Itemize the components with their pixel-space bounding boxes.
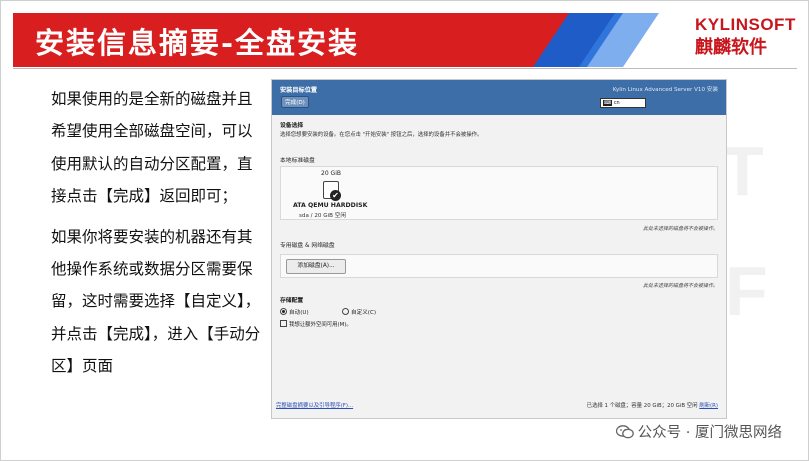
device-selection-text: 选择您想要安装的设备。在您点击 "开始安装" 按钮之后，选择的设备并不会被操作。: [280, 132, 483, 138]
special-disks-panel: 添加磁盘(A)...: [280, 254, 718, 278]
disk-size: 20 GiB: [321, 170, 341, 177]
header-divider: [13, 68, 797, 69]
radio-custom-label: 自定义(C): [351, 310, 377, 316]
local-disks-hint: 此处未选择的磁盘将不会被操作。: [642, 226, 718, 232]
local-disks-panel: 20 GiB ✔ ATA QEMU HARDDISK sda / 20 GiB …: [280, 166, 718, 220]
logo-text-cn: 麒麟软件: [695, 37, 767, 58]
product-name: Kylin Linux Advanced Server V10 安装: [612, 87, 718, 93]
checkbox-icon: [280, 320, 287, 327]
logo-text-en: KYLINSOFT: [695, 15, 796, 34]
background-decoration: T: [721, 132, 764, 210]
paragraph-auto: 如果使用的是全新的磁盘并且希望使用全部磁盘空间，可以使用默认的自动分区配置，直接…: [51, 90, 253, 206]
disk-status: 已选择 1 个磁盘；容量 20 GiB；20 GiB 空闲 刷新(R): [587, 401, 718, 409]
extra-space-checkbox[interactable]: 我想让额外空间可用(M)。: [280, 320, 352, 328]
kylinsoft-logo: KYLINSOFT 麒麟软件: [695, 15, 795, 65]
radio-auto-label: 自动(U): [289, 310, 309, 316]
special-disks-hint: 此处未选择的磁盘将不会被操作。: [642, 283, 718, 289]
disk-status-text: 已选择 1 个磁盘；容量 20 GiB；20 GiB 空闲: [586, 403, 698, 409]
extra-space-label: 我想让额外空间可用(M)。: [289, 322, 352, 328]
watermark: 公众号 · 厦门微思网络: [615, 421, 782, 442]
add-disk-button[interactable]: 添加磁盘(A)...: [286, 259, 346, 274]
keyboard-value: cn: [613, 100, 620, 106]
keyboard-icon: ⌨: [603, 100, 613, 106]
watermark-text: 公众号 · 厦门微思网络: [637, 425, 782, 441]
radio-selected-icon: [280, 308, 287, 315]
local-disks-heading: 本地标准磁盘: [280, 158, 315, 164]
disk-info: sda / 20 GiB 空闲: [299, 213, 346, 219]
background-decoration: F: [725, 252, 768, 330]
keyboard-layout[interactable]: ⌨ cn: [600, 98, 646, 108]
installer-screenshot: 安装目标位置 完成(D) Kylin Linux Advanced Server…: [271, 79, 727, 419]
explanation-text: 如果使用的是全新的磁盘并且希望使用全部磁盘空间，可以使用默认的自动分区配置，直接…: [51, 83, 261, 391]
slide-title: 安装信息摘要-全盘安装: [35, 26, 360, 60]
installer-header: 安装目标位置 完成(D) Kylin Linux Advanced Server…: [272, 80, 726, 115]
installer-window-title: 安装目标位置: [280, 87, 318, 94]
refresh-link[interactable]: 刷新(R): [699, 403, 718, 409]
paragraph-custom: 如果你将要安装的机器还有其他操作系统或数据分区需要保留，这时需要选择【自定义】，…: [51, 227, 261, 376]
disk-summary-link[interactable]: 完整磁盘摘要以及引导程序(F)...: [276, 401, 353, 409]
checkmark-icon: ✔: [330, 190, 341, 201]
slide: 安装信息摘要-全盘安装 KYLINSOFT 麒麟软件 T F 如果使用的是全新的…: [0, 0, 809, 461]
title-banner: 安装信息摘要-全盘安装 KYLINSOFT 麒麟软件: [13, 13, 797, 67]
storage-config-heading: 存储配置: [280, 298, 304, 304]
radio-auto[interactable]: 自动(U): [280, 308, 309, 316]
disk-name: ATA QEMU HARDDISK: [293, 202, 368, 209]
wechat-icon: [615, 425, 634, 439]
radio-unselected-icon: [342, 308, 349, 315]
special-disks-heading: 专用磁盘 & 网络磁盘: [280, 243, 335, 249]
radio-custom[interactable]: 自定义(C): [342, 308, 376, 316]
done-button[interactable]: 完成(D): [281, 96, 309, 108]
device-selection-heading: 设备选择: [280, 123, 304, 129]
